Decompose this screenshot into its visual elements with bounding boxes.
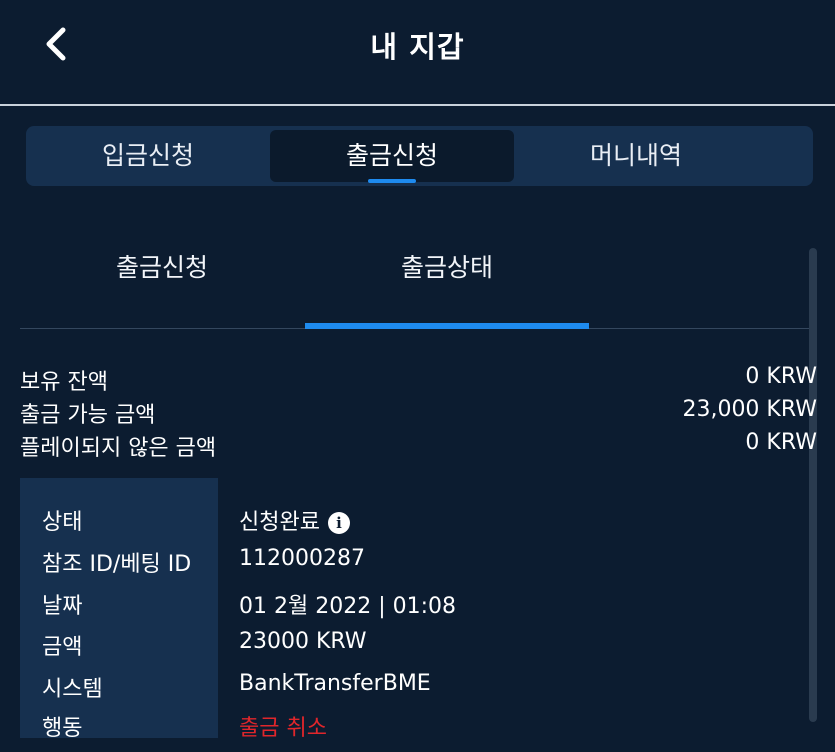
detail-label: 행동 (42, 716, 83, 741)
detail-value: 112000287 (239, 546, 365, 571)
detail-row-system: 시스템 BankTransferBME (20, 671, 817, 713)
withdraw-detail-table: 상태 신청완료 i 참조 ID/베팅 ID 112000287 날짜 01 2월 … (20, 478, 817, 741)
main-tabs: 입금신청 출금신청 머니내역 (26, 126, 813, 186)
detail-label: 상태 (42, 510, 83, 535)
sub-tabs: 출금신청 출금상태 (20, 236, 817, 329)
subtab-withdraw-request[interactable]: 출금신청 (20, 236, 304, 328)
cancel-withdraw-link[interactable]: 출금 취소 (239, 710, 327, 742)
detail-value: 신청완료 i (239, 504, 350, 536)
header: 내 지갑 (0, 0, 835, 106)
detail-label: 시스템 (42, 677, 103, 702)
balance-value: 0 KRW (745, 364, 817, 389)
detail-value: 01 2월 2022 | 01:08 (239, 594, 457, 619)
balance-label: 출금 가능 금액 (20, 403, 156, 428)
tab-money-history[interactable]: 머니내역 (514, 130, 758, 182)
balance-row-withdrawable: 출금 가능 금액 23,000 KRW (20, 397, 817, 430)
balance-row-unplayed: 플레이되지 않은 금액 0 KRW (20, 430, 817, 463)
balance-value: 0 KRW (745, 430, 817, 455)
detail-row-action: 행동 출금 취소 (20, 710, 817, 752)
tab-deposit-request[interactable]: 입금신청 (26, 130, 270, 182)
detail-label: 날짜 (42, 594, 83, 619)
balance-label: 플레이되지 않은 금액 (20, 436, 217, 461)
detail-label: 금액 (42, 635, 83, 660)
detail-row-status: 상태 신청완료 i (20, 504, 817, 546)
tab-withdraw-request[interactable]: 출금신청 (270, 130, 514, 183)
detail-row-amount: 금액 23000 KRW (20, 629, 817, 671)
detail-row-reference: 참조 ID/베팅 ID 112000287 (20, 546, 817, 588)
page-title: 내 지갑 (370, 30, 465, 64)
detail-label: 참조 ID/베팅 ID (42, 552, 192, 577)
subtab-withdraw-status[interactable]: 출금상태 (305, 236, 589, 329)
balance-value: 23,000 KRW (682, 397, 817, 422)
detail-value: 23000 KRW (239, 629, 367, 654)
info-icon[interactable]: i (327, 512, 350, 534)
balance-row-held: 보유 잔액 0 KRW (20, 364, 817, 397)
detail-value: BankTransferBME (239, 671, 431, 696)
detail-row-date: 날짜 01 2월 2022 | 01:08 (20, 588, 817, 630)
status-value: 신청완료 (239, 510, 320, 535)
balance-label: 보유 잔액 (20, 370, 108, 395)
